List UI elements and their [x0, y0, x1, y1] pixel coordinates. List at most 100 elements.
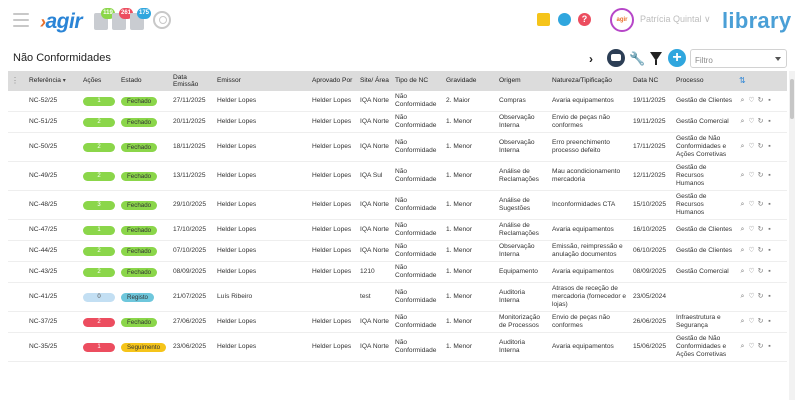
actions-count-badge[interactable]: 0: [83, 292, 115, 302]
filter-icon[interactable]: [650, 52, 662, 65]
actions-count-badge[interactable]: 1: [83, 96, 115, 106]
favorite-icon[interactable]: ♡: [748, 118, 755, 125]
help-icon[interactable]: ?: [578, 13, 591, 26]
table-row[interactable]: NC-35/25 1 Seguimento 23/06/2025 Helder Lope…: [8, 332, 787, 362]
view-icon[interactable]: ⌕: [739, 172, 746, 179]
table-row[interactable]: NC-49/25 2 Fechado 13/11/2025 Helder Lopes He…: [8, 161, 787, 191]
view-icon[interactable]: ⌕: [739, 143, 746, 150]
delete-icon[interactable]: ▪: [766, 293, 773, 300]
refresh-icon[interactable]: ↻: [757, 293, 764, 300]
col-tipo-nc[interactable]: Tipo de NC: [392, 71, 443, 91]
favorite-icon[interactable]: ♡: [748, 268, 755, 275]
delete-icon[interactable]: ▪: [766, 247, 773, 254]
delete-icon[interactable]: ▪: [766, 172, 773, 179]
actions-count-badge[interactable]: 2: [83, 142, 115, 152]
add-button[interactable]: +: [668, 49, 686, 67]
notification-red-icon[interactable]: 261: [112, 8, 134, 30]
table-row[interactable]: NC-52/25 1 Fechado 27/11/2025 Helder Lopes He…: [8, 91, 787, 112]
refresh-icon[interactable]: ↻: [757, 268, 764, 275]
actions-count-badge[interactable]: 3: [83, 200, 115, 210]
view-icon[interactable]: ⌕: [739, 293, 746, 300]
actions-count-badge[interactable]: 1: [83, 342, 115, 352]
delete-icon[interactable]: ▪: [766, 318, 773, 325]
favorite-icon[interactable]: ♡: [748, 226, 755, 233]
actions-count-badge[interactable]: 2: [83, 317, 115, 327]
column-settings-icon[interactable]: ⇅: [736, 71, 787, 91]
refresh-icon[interactable]: ↻: [757, 247, 764, 254]
col-data-nc[interactable]: Data NC: [630, 71, 673, 91]
refresh-icon[interactable]: ↻: [757, 172, 764, 179]
favorite-icon[interactable]: ♡: [748, 318, 755, 325]
col-natureza[interactable]: Natureza/Tipificação: [549, 71, 630, 91]
favorite-icon[interactable]: ♡: [748, 201, 755, 208]
filter-select[interactable]: [690, 49, 787, 69]
view-icon[interactable]: ⌕: [739, 97, 746, 104]
table-row[interactable]: NC-37/25 2 Fechado 27/06/2025 Helder Lopes He…: [8, 311, 787, 333]
actions-count-badge[interactable]: 2: [83, 267, 115, 277]
actions-count-badge[interactable]: 2: [83, 171, 115, 181]
menu-icon[interactable]: [13, 13, 29, 27]
chevron-right-icon[interactable]: ›: [589, 52, 593, 66]
robot-icon[interactable]: [607, 49, 625, 67]
view-icon[interactable]: ⌕: [739, 343, 746, 350]
view-icon[interactable]: ⌕: [739, 247, 746, 254]
actions-count-badge[interactable]: 1: [83, 225, 115, 235]
actions-count-badge[interactable]: 2: [83, 246, 115, 256]
table-row[interactable]: NC-51/25 2 Fechado 20/11/2025 Helder Lopes He…: [8, 111, 787, 133]
drag-handle-icon[interactable]: ⋮: [8, 71, 26, 91]
col-gravidade[interactable]: Gravidade: [443, 71, 496, 91]
view-icon[interactable]: ⌕: [739, 318, 746, 325]
col-aprovado-por[interactable]: Aprovado Por: [309, 71, 357, 91]
delete-icon[interactable]: ▪: [766, 97, 773, 104]
avatar[interactable]: agir: [610, 8, 634, 32]
actions-count-badge[interactable]: 2: [83, 117, 115, 127]
table-row[interactable]: NC-43/25 2 Fechado 08/09/2025 Helder Lopes He…: [8, 261, 787, 283]
delete-icon[interactable]: ▪: [766, 201, 773, 208]
refresh-icon[interactable]: ↻: [757, 226, 764, 233]
notification-blue-icon[interactable]: 175: [130, 8, 152, 30]
table-row[interactable]: NC-44/25 2 Fechado 07/10/2025 Helder Lopes He…: [8, 240, 787, 262]
view-icon[interactable]: ⌕: [739, 268, 746, 275]
refresh-icon[interactable]: ↻: [757, 201, 764, 208]
col-origem[interactable]: Origem: [496, 71, 549, 91]
delete-icon[interactable]: ▪: [766, 268, 773, 275]
user-name[interactable]: Patrícia Quintal ∨: [640, 14, 711, 25]
col-acoes[interactable]: Ações: [80, 71, 118, 91]
favorite-icon[interactable]: ♡: [748, 143, 755, 150]
table-row[interactable]: NC-50/25 2 Fechado 18/11/2025 Helder Lopes He…: [8, 132, 787, 162]
favorite-icon[interactable]: ♡: [748, 293, 755, 300]
col-processo[interactable]: Processo: [673, 71, 736, 91]
table-row[interactable]: NC-41/25 0 Registo 21/07/2025 Luís Ribeiro te…: [8, 282, 787, 312]
gear-icon[interactable]: [558, 13, 571, 26]
favorite-icon[interactable]: ♡: [748, 247, 755, 254]
notification-green-icon[interactable]: 119: [94, 8, 115, 30]
col-emissor[interactable]: Emissor: [214, 71, 309, 91]
view-icon[interactable]: ⌕: [739, 226, 746, 233]
agir-logo[interactable]: ›agir: [40, 10, 83, 34]
notes-icon[interactable]: [537, 13, 550, 26]
search-icon[interactable]: [153, 11, 171, 29]
col-data-emissao[interactable]: Data Emissão: [170, 71, 214, 91]
wrench-icon[interactable]: 🔧: [629, 51, 645, 67]
scrollbar[interactable]: [789, 71, 795, 400]
col-referencia[interactable]: Referência ▾: [26, 71, 80, 91]
view-icon[interactable]: ⌕: [739, 201, 746, 208]
delete-icon[interactable]: ▪: [766, 343, 773, 350]
delete-icon[interactable]: ▪: [766, 143, 773, 150]
refresh-icon[interactable]: ↻: [757, 97, 764, 104]
refresh-icon[interactable]: ↻: [757, 143, 764, 150]
refresh-icon[interactable]: ↻: [757, 343, 764, 350]
col-estado[interactable]: Estado: [118, 71, 170, 91]
refresh-icon[interactable]: ↻: [757, 118, 764, 125]
view-icon[interactable]: ⌕: [739, 118, 746, 125]
table-row[interactable]: NC-48/25 3 Fechado 29/10/2025 Helder Lopes He…: [8, 190, 787, 220]
delete-icon[interactable]: ▪: [766, 226, 773, 233]
favorite-icon[interactable]: ♡: [748, 343, 755, 350]
refresh-icon[interactable]: ↻: [757, 318, 764, 325]
favorite-icon[interactable]: ♡: [748, 97, 755, 104]
chevron-down-icon[interactable]: [775, 57, 781, 61]
favorite-icon[interactable]: ♡: [748, 172, 755, 179]
filter-input[interactable]: [691, 52, 767, 69]
col-site-area[interactable]: Site/ Área: [357, 71, 392, 91]
table-row[interactable]: NC-47/25 1 Fechado 17/10/2025 Helder Lopes He…: [8, 219, 787, 241]
